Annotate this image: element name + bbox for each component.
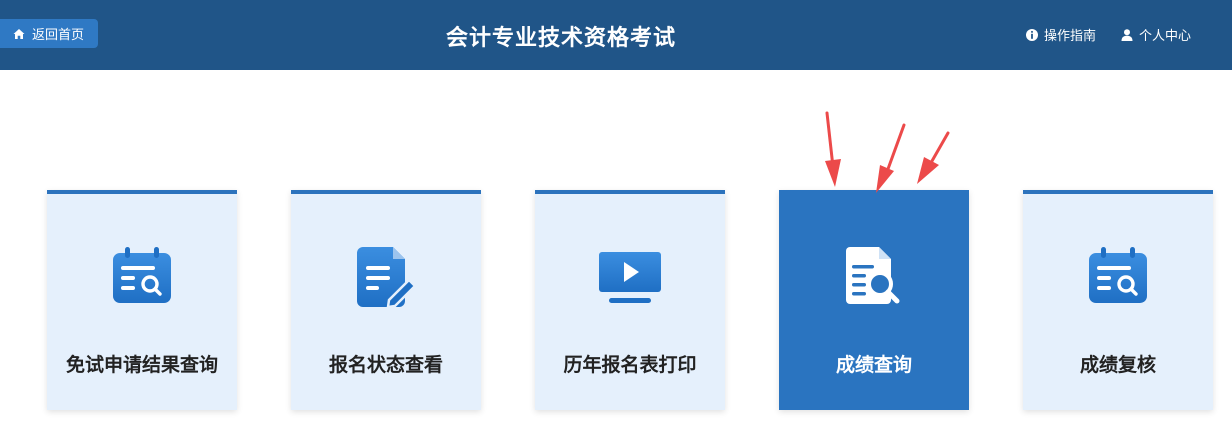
card-form-print[interactable]: 历年报名表打印 <box>535 190 725 410</box>
calendar-search-icon <box>1089 247 1147 303</box>
page-title: 会计专业技术资格考试 <box>445 26 676 51</box>
user-center-link[interactable]: 个人中心 <box>1120 25 1191 44</box>
info-icon <box>1025 28 1039 42</box>
card-label: 历年报名表打印 <box>563 354 697 376</box>
card-score-query[interactable]: 成绩查询 <box>779 190 969 410</box>
arrow-icon <box>917 131 950 184</box>
monitor-play-icon <box>599 252 661 303</box>
document-search-icon <box>846 247 900 304</box>
card-label: 成绩查询 <box>835 354 912 376</box>
card-exemption-result[interactable]: 免试申请结果查询 <box>47 190 237 410</box>
calendar-search-icon <box>113 247 171 303</box>
card-label: 成绩复核 <box>1079 354 1156 376</box>
card-label: 报名状态查看 <box>328 354 443 376</box>
header-bar: 返回首页 会计专业技术资格考试 操作指南 个人中心 <box>0 0 1232 70</box>
user-icon <box>1120 28 1134 42</box>
red-arrow-annotations <box>825 111 950 193</box>
card-label: 免试申请结果查询 <box>65 354 218 376</box>
user-center-label: 个人中心 <box>1139 29 1192 44</box>
arrow-icon <box>876 123 906 193</box>
guide-link-label: 操作指南 <box>1044 29 1097 44</box>
guide-link[interactable]: 操作指南 <box>1025 25 1096 44</box>
card-score-review[interactable]: 成绩复核 <box>1023 190 1213 410</box>
document-edit-icon <box>357 247 417 309</box>
arrow-icon <box>825 111 841 187</box>
card-registration-status[interactable]: 报名状态查看 <box>291 190 481 410</box>
